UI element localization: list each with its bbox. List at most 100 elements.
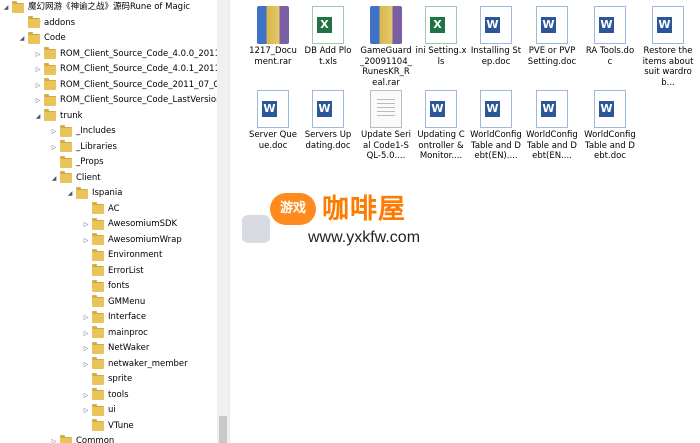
folder-icon (92, 295, 104, 307)
tree-item[interactable]: ▷ AwesomiumWrap (82, 233, 182, 248)
tree-item[interactable]: ▷ netwaker_member (82, 357, 188, 372)
tree-item[interactable]: ▷ _Libraries (50, 140, 117, 155)
file-item[interactable]: Servers Updating.doc (302, 90, 354, 151)
file-item[interactable]: WorldConfigTable and Debt(EN).... (470, 90, 522, 162)
tree-item[interactable]: AC (82, 202, 120, 217)
tree-item[interactable]: ◢ Code (18, 31, 66, 46)
file-item[interactable]: Restore the items about suit wardrob... (642, 6, 694, 88)
expand-arrow-icon[interactable]: ▷ (50, 124, 58, 139)
expand-arrow-icon[interactable]: ▷ (34, 62, 42, 77)
tree-item[interactable]: ▷ ROM_Client_Source_Code_2011_07_01 (34, 78, 217, 93)
tree-item-label: tools (108, 389, 129, 400)
tree-item-label: Ispania (92, 188, 123, 198)
tree-item[interactable]: ◢ 魔幻网游《神谕之战》源码Rune of Magic (2, 0, 190, 15)
collapse-arrow-icon[interactable]: ◢ (50, 171, 58, 186)
word-icon (652, 6, 684, 44)
expand-arrow-icon[interactable]: ▷ (82, 310, 90, 325)
tree-item[interactable]: Environment (82, 248, 162, 263)
tree-item[interactable]: ◢ trunk (34, 109, 83, 124)
folder-icon (92, 341, 104, 354)
expand-arrow-icon[interactable]: ▷ (34, 93, 42, 108)
expand-arrow-icon[interactable]: ▷ (82, 341, 90, 356)
tree-item-label: Common (76, 436, 115, 443)
word-icon (536, 6, 568, 44)
tree-item[interactable]: _Props (50, 155, 104, 170)
file-item[interactable]: Update Serial Code1-SQL-5.0.... (360, 90, 412, 162)
folder-icon (28, 16, 40, 28)
expand-arrow-icon[interactable]: ▷ (82, 326, 90, 341)
file-name: Servers Updating.doc (304, 130, 352, 151)
expand-arrow-icon[interactable]: ▷ (82, 217, 90, 232)
collapse-arrow-icon[interactable]: ◢ (18, 31, 26, 46)
tree-item[interactable]: VTune (82, 419, 134, 434)
tree-item[interactable]: addons (18, 16, 75, 31)
folder-icon (44, 93, 56, 106)
file-item[interactable]: PVE or PVP Setting.doc (526, 6, 578, 67)
file-item[interactable]: RA Tools.doc (584, 6, 636, 67)
tree-item[interactable]: ▷ Common (50, 434, 114, 443)
mascot-icon (242, 215, 270, 243)
expand-arrow-icon[interactable]: ▷ (50, 434, 58, 443)
folder-icon (60, 155, 72, 168)
word-icon (536, 90, 568, 128)
file-item[interactable]: Installing Step.doc (470, 6, 522, 67)
tree-scrollbar[interactable] (217, 0, 229, 443)
word-icon (425, 90, 457, 128)
tree-item[interactable]: ▷ mainproc (82, 326, 148, 341)
expand-arrow-icon[interactable]: ▷ (82, 388, 90, 403)
tree-item-label: GMMenu (108, 296, 146, 307)
file-item[interactable]: 1217_Document.rar (247, 6, 299, 67)
tree-item[interactable]: ▷ ROM_Client_Source_Code_LastVersion (34, 93, 217, 108)
folder-icon (92, 217, 104, 230)
expand-arrow-icon[interactable]: ▷ (34, 78, 42, 93)
tree-item[interactable]: ▷ ui (82, 403, 116, 418)
tree-item-label: ROM_Client_Source_Code_4.0.0_2011_ (60, 48, 217, 59)
tree-item[interactable]: ▷ NetWaker (82, 341, 149, 356)
tree-item[interactable]: ▷ ROM_Client_Source_Code_4.0.1_2011_ (34, 62, 217, 77)
folder-icon (92, 248, 104, 261)
watermark-badge: 游戏 (270, 193, 316, 225)
tree-item-label: _Includes (76, 126, 116, 136)
tree-item[interactable]: ◢ Ispania (66, 186, 123, 201)
expand-arrow-icon[interactable]: ▷ (34, 47, 42, 62)
tree-item[interactable]: ▷ tools (82, 388, 129, 403)
folder-icon (44, 78, 56, 90)
tree-item[interactable]: ErrorList (82, 264, 144, 279)
tree-item-label: ROM_Client_Source_Code_2011_07_01 (60, 79, 217, 90)
file-name: PVE or PVP Setting.doc (527, 46, 577, 67)
tree-item[interactable]: ▷ AwesomiumSDK (82, 217, 177, 232)
tree-item[interactable]: ▷ Interface (82, 310, 146, 325)
file-item[interactable]: Updating Controller & Monitor.... (415, 90, 467, 162)
file-item[interactable]: WorldConfigTable and Debt.doc (584, 90, 636, 162)
tree-item[interactable]: ◢ Client (50, 171, 101, 186)
file-item[interactable]: Server Queue.doc (247, 90, 299, 151)
expand-arrow-icon[interactable]: ▷ (82, 403, 90, 418)
tree-item[interactable]: fonts (82, 279, 129, 294)
tree-item[interactable]: GMMenu (82, 295, 145, 310)
file-name: RA Tools.doc (585, 46, 635, 67)
file-item[interactable]: GameGuard_20091104_RunesKR_Real.rar (360, 6, 412, 88)
tree-item[interactable]: sprite (82, 372, 132, 387)
folder-icon (92, 264, 104, 276)
file-item[interactable]: WorldConfigTable and Debt(EN.... (526, 90, 578, 162)
folder-icon (92, 233, 104, 245)
word-icon (480, 6, 512, 44)
file-item[interactable]: DB Add Plot.xls (302, 6, 354, 67)
tree-item[interactable]: ▷ ROM_Client_Source_Code_4.0.0_2011_ (34, 47, 217, 62)
tree-scrollbar-thumb[interactable] (219, 416, 227, 443)
folder-icon (92, 403, 104, 416)
collapse-arrow-icon[interactable]: ◢ (2, 0, 10, 15)
tree-item[interactable]: ▷ _Includes (50, 124, 116, 139)
file-name: ini Setting.xls (415, 46, 467, 67)
folder-icon (28, 31, 40, 44)
expand-arrow-icon[interactable]: ▷ (50, 140, 58, 155)
collapse-arrow-icon[interactable]: ◢ (34, 109, 42, 124)
file-item[interactable]: ini Setting.xls (415, 6, 467, 67)
file-name: WorldConfigTable and Debt.doc (584, 130, 636, 161)
folder-tree: ◢ 魔幻网游《神谕之战》源码Rune of Magic addons ◢ Code ▷ RO… (0, 0, 217, 443)
watermark-url: www.yxkfw.com (308, 229, 421, 246)
collapse-arrow-icon[interactable]: ◢ (66, 186, 74, 201)
folder-icon (92, 279, 104, 292)
expand-arrow-icon[interactable]: ▷ (82, 233, 90, 248)
expand-arrow-icon[interactable]: ▷ (82, 357, 90, 372)
